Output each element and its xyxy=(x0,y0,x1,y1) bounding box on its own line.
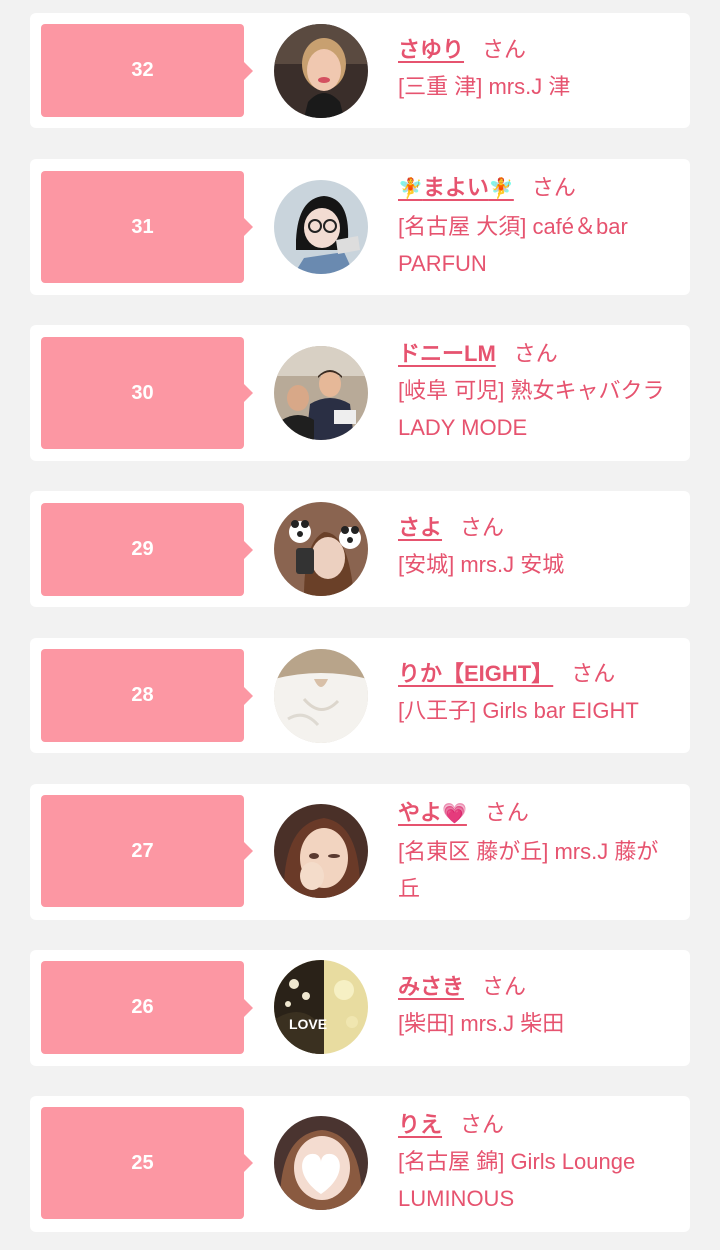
ranking-list: 32 さゆり さん [三重 津] mrs.J 津 31 🧚まよい🧚 さん [名古… xyxy=(0,0,720,1250)
honorific-label: さん xyxy=(484,800,529,825)
shop-label: [名古屋 大須] café＆bar PARFUN xyxy=(398,214,628,276)
list-item: 25 りえ さん [名古屋 錦] Girls Lounge LUMINOUS xyxy=(30,1096,690,1232)
list-item: 29 さよ さん [安城] mrs.J 安城 xyxy=(30,491,690,607)
shop-label: [名東区 藤が丘] mrs.J 藤が丘 xyxy=(398,839,659,901)
honorific-label: さん xyxy=(571,661,616,686)
rank-badge: 30 xyxy=(41,337,253,449)
rank-badge: 29 xyxy=(41,503,253,596)
shop-label: [三重 津] mrs.J 津 xyxy=(398,74,571,99)
honorific-label: さん xyxy=(482,974,527,999)
fairy-icon: 🧚 xyxy=(398,178,423,200)
entry-info: やよ💗 さん [名東区 藤が丘] mrs.J 藤が丘 xyxy=(398,794,678,907)
entry-info: りえ さん [名古屋 錦] Girls Lounge LUMINOUS xyxy=(398,1106,678,1217)
woman-photo-icon[interactable] xyxy=(274,24,368,118)
honorific-label: さん xyxy=(513,341,558,366)
entry-info: さよ さん [安城] mrs.J 安城 xyxy=(398,509,678,583)
shop-label: [安城] mrs.J 安城 xyxy=(398,552,565,577)
fairy-icon: 🧚 xyxy=(488,178,514,200)
rank-badge: 26 xyxy=(41,961,253,1054)
honorific-label: さん xyxy=(531,175,576,200)
shop-label: [八王子] Girls bar EIGHT xyxy=(398,698,639,723)
heart-icon: 💗 xyxy=(442,803,467,825)
list-item: 27 やよ💗 さん [名東区 藤が丘] mrs.J 藤が丘 xyxy=(30,784,690,920)
men-photo-icon[interactable] xyxy=(274,346,368,440)
entry-info: 🧚まよい🧚 さん [名古屋 大須] café＆bar PARFUN xyxy=(398,169,678,282)
entry-info: りか【EIGHT】 さん [八王子] Girls bar EIGHT xyxy=(398,655,678,729)
user-name-link[interactable]: 🧚まよい🧚 xyxy=(398,175,514,200)
panda-filter-photo-icon[interactable] xyxy=(274,502,368,596)
honorific-label: さん xyxy=(482,37,527,62)
rank-badge: 32 xyxy=(41,24,253,117)
user-name-link[interactable]: やよ💗 xyxy=(398,800,467,825)
list-item: 26 LOVE みさき さん [柴田] mrs.J 柴田 xyxy=(30,950,690,1066)
user-name-link[interactable]: りか【EIGHT】 xyxy=(398,661,553,686)
rank-badge: 28 xyxy=(41,649,253,742)
love-graphic-photo-icon[interactable]: LOVE xyxy=(274,960,368,1054)
list-item: 30 ドニーLM さん [岐阜 可児] 熟女キャバクラ LADY MODE xyxy=(30,325,690,461)
heart-covered-face-photo-icon[interactable] xyxy=(274,1116,368,1210)
shop-label: [岐阜 可児] 熟女キャバクラ LADY MODE xyxy=(398,378,665,440)
shop-label: [名古屋 錦] Girls Lounge LUMINOUS xyxy=(398,1149,636,1211)
honorific-label: さん xyxy=(460,1112,505,1137)
list-item: 31 🧚まよい🧚 さん [名古屋 大須] café＆bar PARFUN xyxy=(30,159,690,295)
rank-badge: 31 xyxy=(41,171,253,283)
user-name-link[interactable]: さよ xyxy=(398,515,442,540)
love-graphic-text: LOVE xyxy=(289,1016,327,1032)
user-name-link[interactable]: ドニーLM xyxy=(398,341,496,366)
white-shirt-photo-icon[interactable] xyxy=(274,649,368,743)
list-item: 28 りか【EIGHT】 さん [八王子] Girls bar EIGHT xyxy=(30,638,690,753)
honorific-label: さん xyxy=(460,515,505,540)
user-name-link[interactable]: みさき xyxy=(398,974,464,999)
rank-badge: 25 xyxy=(41,1107,253,1219)
blurred-woman-photo-icon[interactable] xyxy=(274,804,368,898)
list-item: 32 さゆり さん [三重 津] mrs.J 津 xyxy=(30,13,690,128)
user-name-link[interactable]: りえ xyxy=(398,1112,442,1137)
entry-info: ドニーLM さん [岐阜 可児] 熟女キャバクラ LADY MODE xyxy=(398,335,678,446)
rank-badge: 27 xyxy=(41,795,253,907)
user-name-link[interactable]: さゆり xyxy=(398,37,464,62)
glasses-girl-photo-icon[interactable] xyxy=(274,180,368,274)
entry-info: さゆり さん [三重 津] mrs.J 津 xyxy=(398,31,678,105)
shop-label: [柴田] mrs.J 柴田 xyxy=(398,1011,565,1036)
entry-info: みさき さん [柴田] mrs.J 柴田 xyxy=(398,968,678,1042)
